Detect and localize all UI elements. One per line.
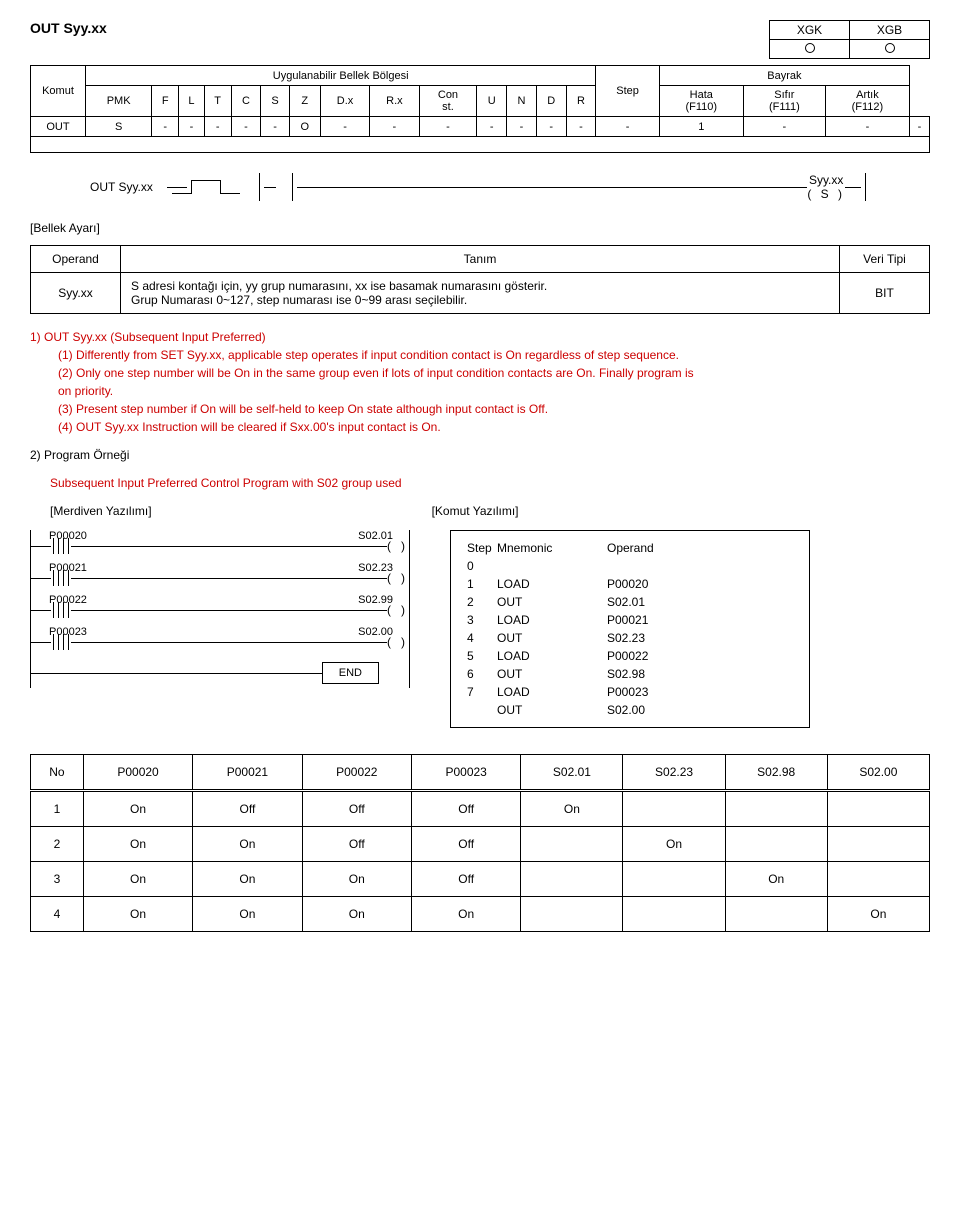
mnemonic-listing: StepMnemonicOperand01LOADP000202OUTS02.0… bbox=[450, 530, 810, 728]
section2-title: 2) Program Örneği bbox=[30, 446, 930, 464]
note-3: (3) Present step number if On will be se… bbox=[58, 400, 930, 418]
ladder-symbol: OUT Syy.xx Syy.xx ( S ) bbox=[90, 173, 870, 201]
mnemonic-label: [Komut Yazılımı] bbox=[432, 502, 519, 520]
xgk-table: XGKXGB bbox=[769, 20, 930, 59]
applicability-table: Komut Uygulanabilir Bellek Bölgesi Step … bbox=[30, 65, 930, 153]
note-2: (2) Only one step number will be On in t… bbox=[58, 364, 930, 400]
page-title: OUT Syy.xx bbox=[30, 20, 107, 36]
operand-table: OperandTanımVeri Tipi Syy.xxS adresi kon… bbox=[30, 245, 930, 314]
truth-table: NoP00020P00021P00022P00023S02.01S02.23S0… bbox=[30, 754, 930, 932]
ladder-diagram: P00020S02.01( )P00021S02.23( )P00022S02.… bbox=[30, 530, 410, 658]
ladder-label: [Merdiven Yazılımı] bbox=[50, 502, 152, 520]
operand-header: [Bellek Ayarı] bbox=[30, 221, 930, 235]
note-1: (1) Differently from SET Syy.xx, applica… bbox=[58, 346, 930, 364]
note-4: (4) OUT Syy.xx Instruction will be clear… bbox=[58, 418, 930, 436]
circle-icon bbox=[805, 43, 815, 53]
circle-icon bbox=[885, 43, 895, 53]
section2-sub: Subsequent Input Preferred Control Progr… bbox=[50, 474, 930, 492]
section1-title: 1) OUT Syy.xx (Subsequent Input Preferre… bbox=[30, 328, 930, 346]
